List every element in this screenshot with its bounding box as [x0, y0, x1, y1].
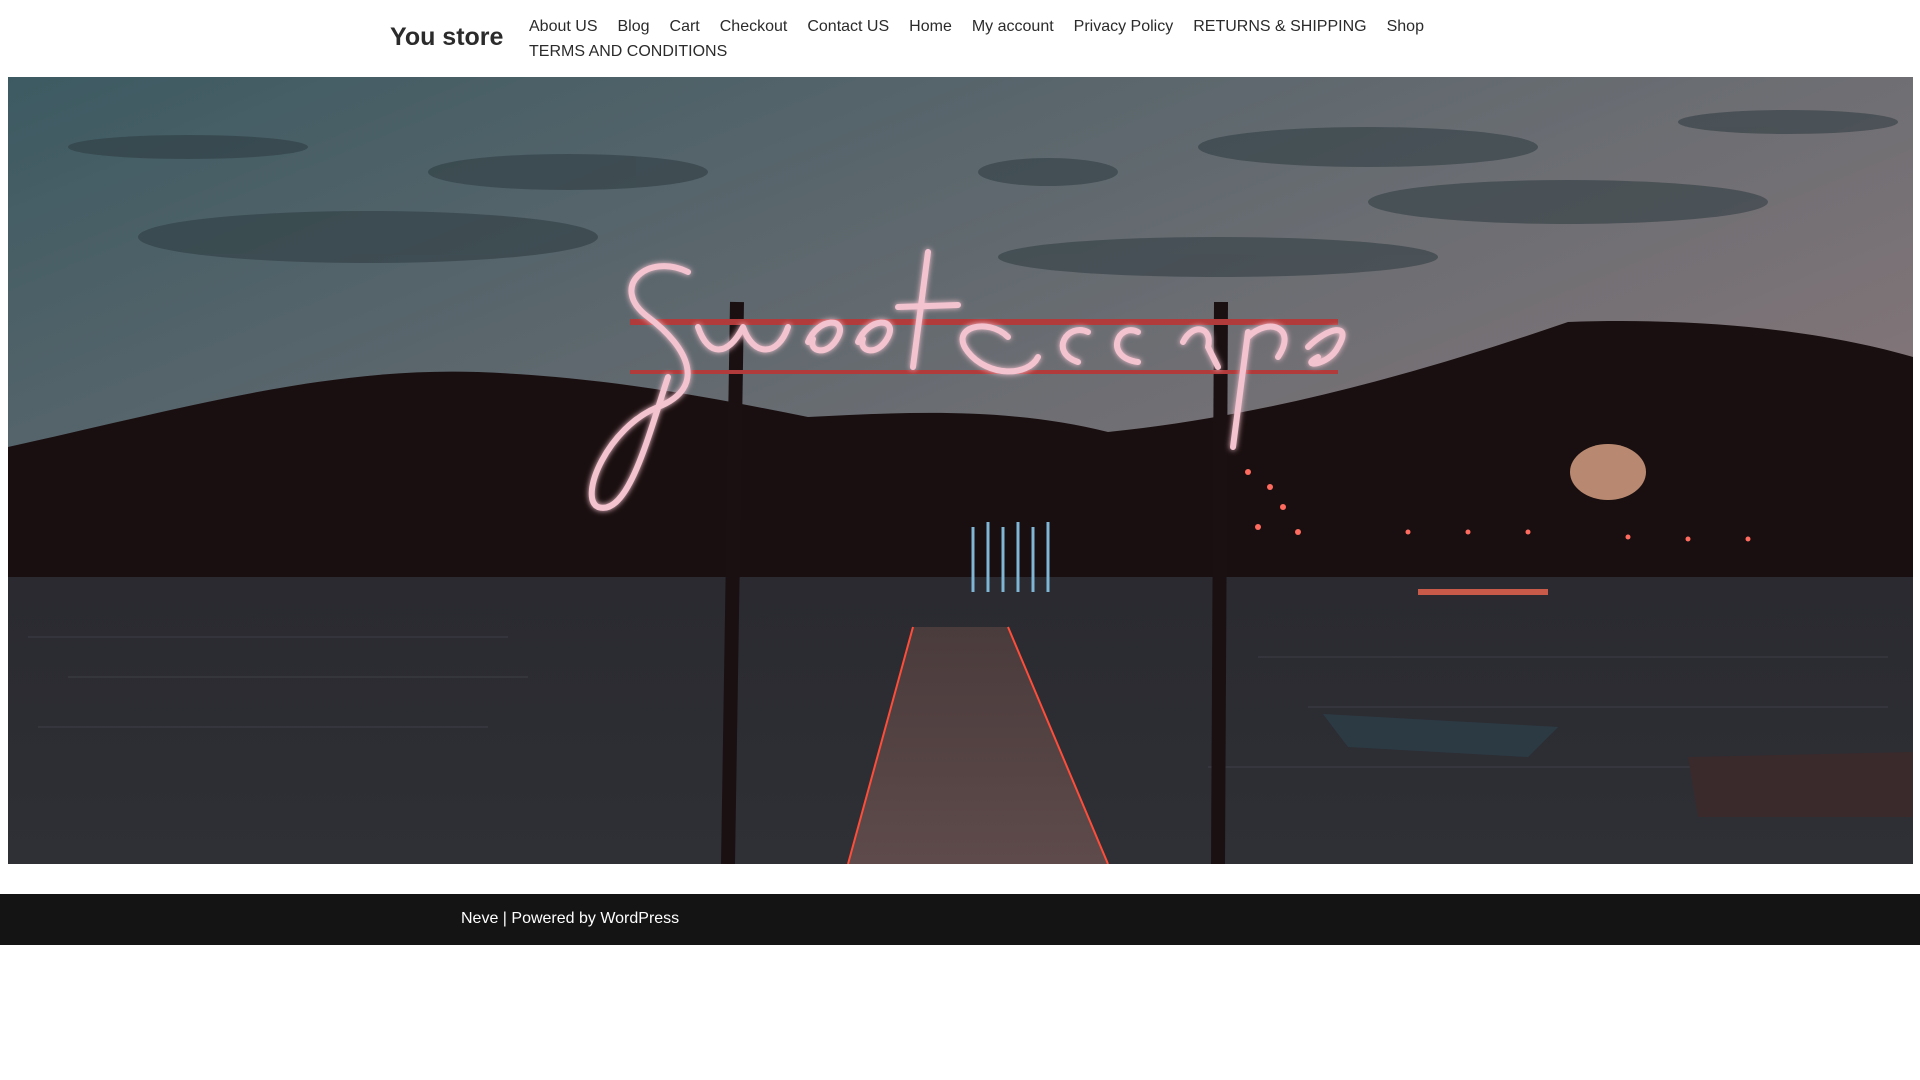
nav-item-shop[interactable]: Shop [1387, 14, 1424, 39]
hero-scene [8, 77, 1913, 864]
nav-item-home[interactable]: Home [909, 14, 952, 39]
nav-item-terms-and-conditions[interactable]: TERMS AND CONDITIONS [529, 39, 727, 64]
nav-item-checkout[interactable]: Checkout [720, 14, 788, 39]
primary-nav: About US Blog Cart Checkout Contact US H… [529, 14, 1449, 64]
nav-item-my-account[interactable]: My account [972, 14, 1054, 39]
site-header: You store About US Blog Cart Checkout Co… [0, 0, 1920, 77]
site-footer: Neve | Powered by WordPress [0, 894, 1920, 945]
nav-item-cart[interactable]: Cart [670, 14, 700, 39]
hero-image [8, 77, 1913, 864]
site-title-link[interactable]: You store [390, 23, 503, 52]
footer-separator: | Powered by [498, 910, 601, 927]
footer-theme-link[interactable]: Neve [461, 910, 498, 927]
dock-lights [1418, 589, 1548, 595]
nav-item-privacy-policy[interactable]: Privacy Policy [1074, 14, 1174, 39]
footer-platform-link[interactable]: WordPress [600, 910, 679, 927]
nav-item-blog[interactable]: Blog [617, 14, 649, 39]
nav-item-about-us[interactable]: About US [529, 14, 597, 39]
lit-dome [1570, 444, 1646, 500]
floating-dock [1688, 752, 1913, 817]
footer-credits: Neve | Powered by WordPress [461, 910, 679, 928]
nav-item-contact-us[interactable]: Contact US [807, 14, 889, 39]
nav-item-returns-shipping[interactable]: RETURNS & SHIPPING [1193, 14, 1366, 39]
